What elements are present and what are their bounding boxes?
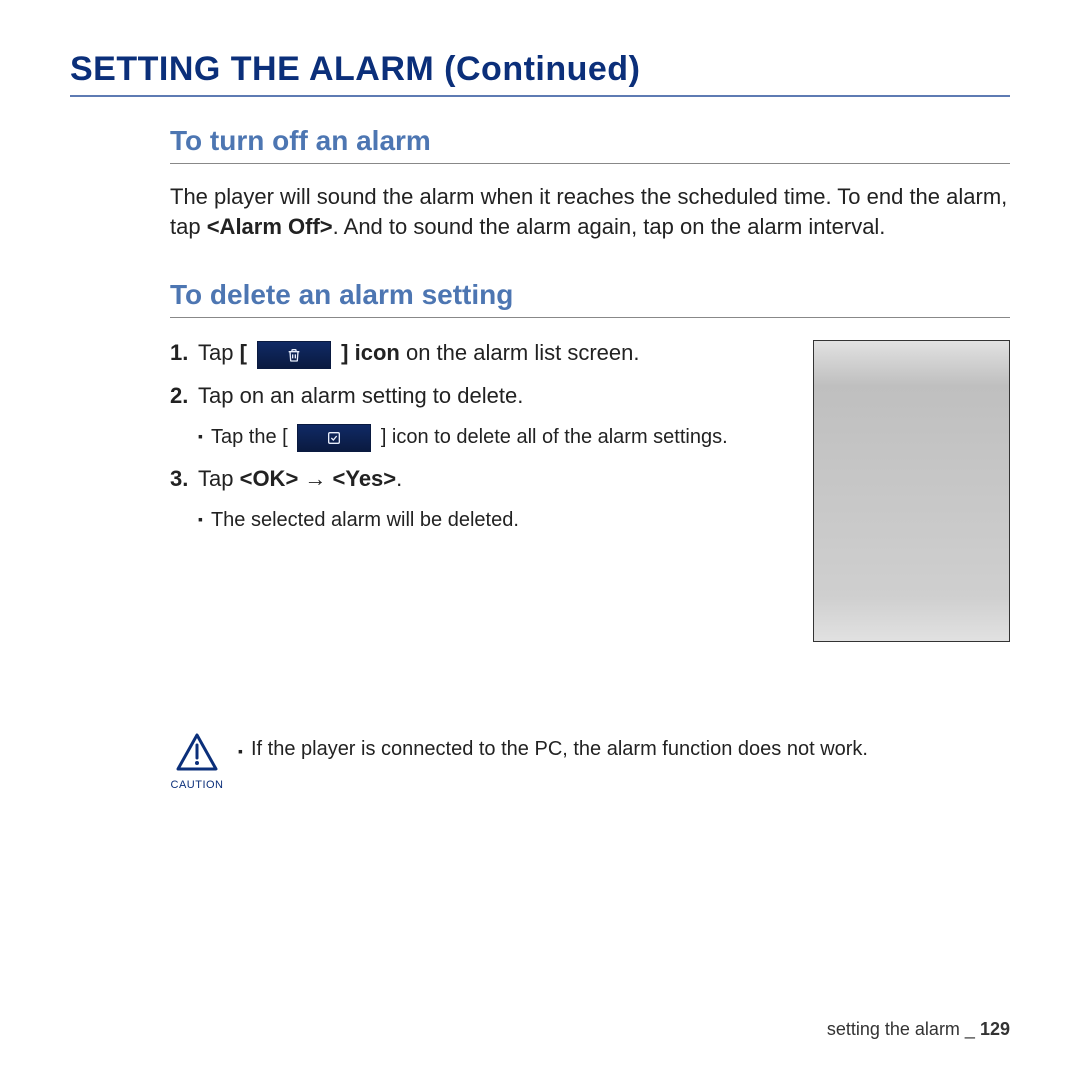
- step-3-sub-bullet: The selected alarm will be deleted.: [198, 505, 793, 535]
- section-body-turn-off: The player will sound the alarm when it …: [170, 182, 1010, 241]
- text-fragment: .: [396, 466, 402, 491]
- content-section: To turn off an alarm The player will sou…: [70, 125, 1010, 791]
- caution-block: CAUTION If the player is connected to th…: [170, 732, 1010, 791]
- step-number: 2.: [170, 379, 198, 412]
- footer-section-label: setting the alarm _: [827, 1019, 980, 1039]
- step-1: 1. Tap [ ] icon on the alarm list screen…: [170, 336, 793, 369]
- alarm-off-label: <Alarm Off>: [207, 214, 333, 239]
- icon-word: icon: [349, 340, 400, 365]
- trash-icon: [257, 341, 331, 369]
- text-fragment: on the alarm list screen.: [400, 340, 640, 365]
- text-fragment: . And to sound the alarm again, tap on t…: [333, 214, 886, 239]
- caution-text: If the player is connected to the PC, th…: [238, 732, 868, 764]
- section-heading-turn-off: To turn off an alarm: [170, 125, 1010, 164]
- page-number: 129: [980, 1019, 1010, 1039]
- step-number: 1.: [170, 336, 198, 369]
- step-2: 2. Tap on an alarm setting to delete.: [170, 379, 793, 412]
- bracket: [: [240, 340, 247, 365]
- text-fragment: The selected alarm will be deleted.: [211, 505, 519, 535]
- step-3: 3. Tap <OK> → <Yes>.: [170, 462, 793, 495]
- device-screenshot-placeholder: [813, 340, 1010, 642]
- bracket: ]: [341, 340, 348, 365]
- step-list: 1. Tap [ ] icon on the alarm list screen…: [170, 336, 793, 545]
- document-page: SETTING THE ALARM (Continued) To turn of…: [0, 0, 1080, 1080]
- step-text: Tap on an alarm setting to delete.: [198, 379, 793, 412]
- ok-yes-label: <OK> → <Yes>: [240, 466, 397, 491]
- step-number: 3.: [170, 462, 198, 495]
- page-title: SETTING THE ALARM (Continued): [70, 50, 1010, 97]
- text-fragment: Tap the [: [211, 426, 288, 448]
- page-footer: setting the alarm _ 129: [827, 1019, 1010, 1040]
- text-fragment: Tap: [198, 340, 240, 365]
- check-all-icon: [297, 424, 371, 452]
- text-fragment: Tap: [198, 466, 240, 491]
- text-fragment: ] icon to delete all of the alarm settin…: [381, 426, 728, 448]
- caution-label: CAUTION: [171, 779, 224, 791]
- step-2-sub-bullet: Tap the [ ] icon to delete all of the al…: [198, 422, 793, 452]
- section-heading-delete: To delete an alarm setting: [170, 279, 1010, 318]
- text-fragment: If the player is connected to the PC, th…: [251, 738, 868, 764]
- caution-icon: [175, 732, 219, 777]
